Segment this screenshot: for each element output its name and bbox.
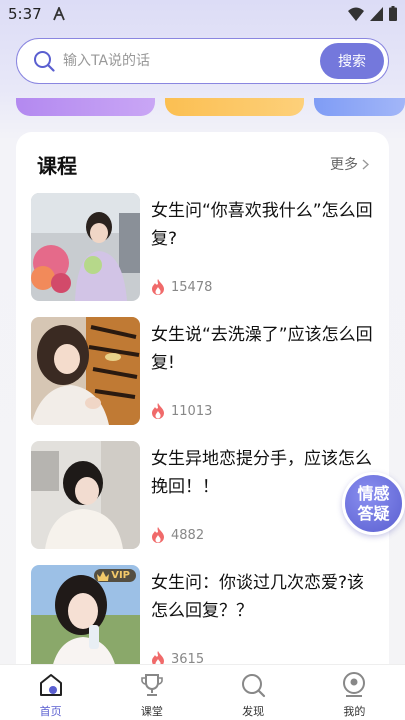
search-icon: [34, 51, 55, 72]
view-count-value: 11013: [171, 403, 213, 419]
nav-classroom[interactable]: 课堂: [101, 665, 202, 720]
search-input[interactable]: [63, 49, 313, 73]
bottom-nav: 首页 课堂 发现 我的: [0, 664, 405, 720]
nav-label: 首页: [39, 705, 62, 718]
more-link[interactable]: 更多: [330, 154, 369, 174]
course-title: 女生说“去洗澡了”应该怎么回复!: [151, 325, 373, 373]
course-thumbnail: [31, 317, 140, 425]
search-bar: 搜索: [16, 38, 389, 84]
course-item[interactable]: 女生说“去洗澡了”应该怎么回复! 11013: [31, 317, 376, 425]
vip-label: VIP: [111, 570, 130, 581]
nav-label: 发现: [242, 705, 265, 718]
section-title: 课程: [37, 154, 77, 178]
wifi-icon: [348, 7, 364, 21]
status-time: 5:37: [8, 5, 42, 23]
course-item[interactable]: VIP 女生问：你谈过几次恋爱?该怎么回复？？ 3615: [31, 565, 376, 673]
fire-icon: [152, 527, 164, 543]
nav-label: 课堂: [140, 705, 163, 718]
course-thumbnail: [31, 193, 140, 301]
crown-icon: [97, 570, 110, 581]
view-count: 4882: [151, 527, 204, 543]
trophy-icon: [141, 674, 163, 696]
chevron-right-icon: [362, 158, 369, 170]
fire-icon: [152, 279, 164, 295]
category-card-2[interactable]: [165, 98, 304, 116]
status-bar: 5:37: [0, 0, 405, 28]
view-count-value: 15478: [171, 279, 213, 295]
course-title: 女生问“你喜欢我什么”怎么回复?: [151, 201, 373, 249]
course-thumbnail: [31, 441, 140, 549]
nav-discover[interactable]: 发现: [203, 665, 304, 720]
view-count: 11013: [151, 403, 212, 419]
more-label: 更多: [330, 157, 358, 173]
nav-profile[interactable]: 我的: [304, 665, 405, 720]
emotion-qa-float-button[interactable]: 情感 答疑: [342, 472, 405, 535]
course-item[interactable]: 女生异地恋提分手，应该怎么挽回！！ 4882: [31, 441, 376, 549]
view-count-value: 4882: [171, 527, 205, 543]
signal-icon: [370, 6, 383, 21]
course-thumbnail: VIP: [31, 565, 140, 673]
search-button[interactable]: 搜索: [320, 43, 384, 79]
home-icon: [39, 674, 62, 696]
category-card-1[interactable]: [16, 98, 155, 116]
status-icons: [348, 6, 397, 21]
course-item[interactable]: 女生问“你喜欢我什么”怎么回复? 15478: [31, 193, 376, 301]
fire-icon: [152, 403, 164, 419]
float-badge-line1: 情感: [357, 483, 390, 503]
course-section: 课程 更多 女生问“你喜欢我什么”怎么回复? 15478 女生说“去洗澡了”应该…: [16, 132, 389, 692]
discover-icon: [242, 674, 266, 698]
battery-icon: [389, 6, 397, 21]
nav-home[interactable]: 首页: [0, 665, 101, 720]
nav-label: 我的: [343, 705, 366, 718]
app-notification-icon: [53, 7, 65, 21]
course-title: 女生问：你谈过几次恋爱?该怎么回复？？: [151, 573, 365, 621]
course-title: 女生异地恋提分手，应该怎么挽回！！: [151, 449, 372, 497]
view-count: 15478: [151, 279, 212, 295]
category-card-3[interactable]: [314, 98, 405, 116]
float-badge-line2: 答疑: [357, 503, 390, 523]
vip-badge: VIP: [94, 569, 136, 582]
profile-icon: [343, 672, 366, 697]
